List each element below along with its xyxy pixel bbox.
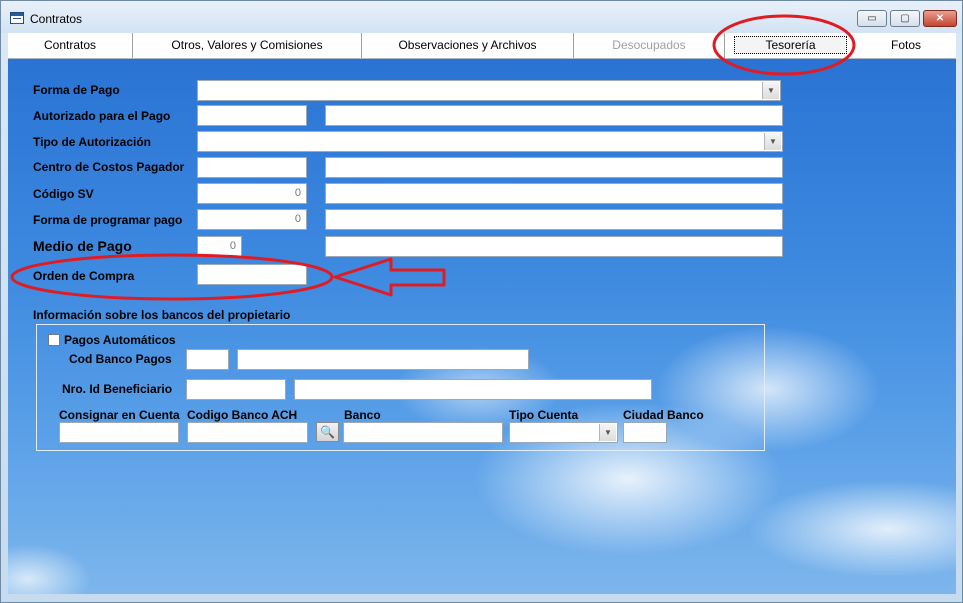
codigo-ach-label: Codigo Banco ACH: [187, 408, 298, 422]
codigo-sv-label: Código SV: [33, 187, 94, 201]
tab-fotos[interactable]: Fotos: [856, 33, 956, 58]
consignar-label: Consignar en Cuenta: [59, 408, 180, 422]
forma-programar-name-field[interactable]: [325, 209, 783, 230]
centro-costos-code-field[interactable]: [197, 157, 307, 178]
cod-banco-pagos-name-field[interactable]: [237, 349, 529, 370]
cod-banco-pagos-field[interactable]: [186, 349, 229, 370]
tab-tesoreria-label: Tesorería: [734, 36, 847, 54]
window-title: Contratos: [30, 12, 83, 26]
tipo-cuenta-label: Tipo Cuenta: [509, 408, 579, 422]
tipo-autorizacion-select[interactable]: ▼: [197, 131, 783, 152]
close-button[interactable]: ✕: [923, 10, 957, 27]
chevron-down-icon[interactable]: ▼: [764, 133, 781, 150]
codigo-ach-field[interactable]: [187, 422, 308, 443]
minimize-button[interactable]: ▭: [857, 10, 887, 27]
autorizado-code-field[interactable]: [197, 105, 307, 126]
chevron-down-icon[interactable]: ▼: [762, 82, 779, 99]
tipo-cuenta-select[interactable]: ▼: [509, 422, 618, 443]
title-bar[interactable]: Contratos ▭ ▢ ✕: [1, 1, 962, 33]
autorizado-name-field[interactable]: [325, 105, 783, 126]
binoculars-icon[interactable]: 🔍: [316, 422, 339, 442]
centro-costos-label: Centro de Costos Pagador: [33, 160, 185, 174]
chevron-down-icon[interactable]: ▼: [599, 424, 616, 441]
tesoreria-panel: Forma de Pago ▼ Autorizado para el Pago …: [8, 59, 956, 594]
pagos-automaticos-checkbox[interactable]: [48, 334, 60, 346]
forma-programar-code-field[interactable]: 0: [197, 209, 307, 230]
medio-pago-code-field[interactable]: 0: [197, 236, 242, 257]
consignar-field[interactable]: [59, 422, 179, 443]
nro-id-beneficiario-field[interactable]: [186, 379, 286, 400]
bancos-group: Pagos Automáticos Cod Banco Pagos Nro. I…: [36, 324, 765, 451]
tab-otros-valores[interactable]: Otros, Valores y Comisiones: [133, 33, 362, 58]
forma-pago-label: Forma de Pago: [33, 83, 120, 97]
ciudad-banco-field[interactable]: [623, 422, 667, 443]
maximize-button[interactable]: ▢: [890, 10, 920, 27]
banco-field[interactable]: [343, 422, 503, 443]
tab-tesoreria[interactable]: Tesorería: [725, 33, 856, 58]
autorizado-label: Autorizado para el Pago: [33, 109, 171, 123]
codigo-sv-code-field[interactable]: 0: [197, 183, 307, 204]
pagos-automaticos-label: Pagos Automáticos: [64, 333, 176, 347]
codigo-sv-name-field[interactable]: [325, 183, 783, 204]
contratos-window: Contratos ▭ ▢ ✕ Contratos Otros, Valores…: [0, 0, 963, 603]
beneficiario-name-field[interactable]: [294, 379, 652, 400]
tipo-autorizacion-label: Tipo de Autorización: [33, 135, 152, 149]
ciudad-banco-label: Ciudad Banco: [623, 408, 704, 422]
nro-id-beneficiario-label: Nro. Id Beneficiario: [62, 382, 173, 396]
cod-banco-pagos-label: Cod Banco Pagos: [69, 352, 172, 366]
orden-compra-label: Orden de Compra: [33, 269, 135, 283]
forma-programar-label: Forma de programar pago: [33, 213, 183, 227]
medio-pago-label: Medio de Pago: [33, 238, 132, 254]
orden-compra-field[interactable]: [197, 264, 307, 285]
table-icon: [10, 12, 24, 24]
centro-costos-name-field[interactable]: [325, 157, 783, 178]
bancos-section-label: Información sobre los bancos del propiet…: [33, 308, 291, 322]
tab-contratos[interactable]: Contratos: [8, 33, 133, 58]
banco-label: Banco: [344, 408, 381, 422]
tab-desocupados: Desocupados: [574, 33, 725, 58]
tab-observaciones[interactable]: Observaciones y Archivos: [362, 33, 574, 58]
medio-pago-name-field[interactable]: [325, 236, 783, 257]
forma-pago-select[interactable]: ▼: [197, 80, 781, 101]
tab-bar: Contratos Otros, Valores y Comisiones Ob…: [8, 33, 956, 59]
